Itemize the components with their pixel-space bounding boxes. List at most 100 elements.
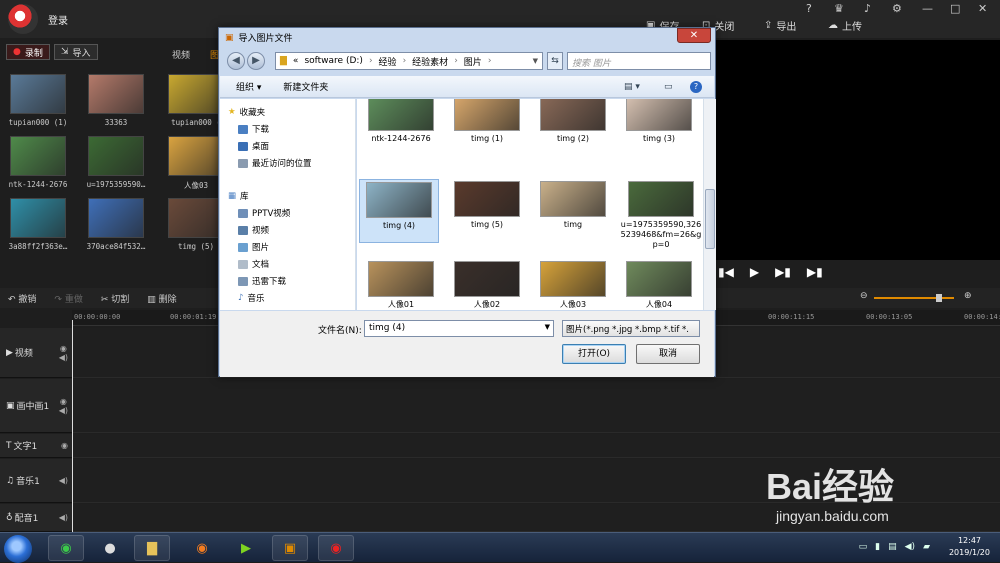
step-back-icon[interactable]: ▮◀ [718, 265, 734, 279]
nav-downloads[interactable]: 下载 [238, 123, 269, 135]
file-item[interactable]: 人像01 [361, 261, 441, 310]
export-button[interactable]: ⇪ 导出 [764, 18, 796, 33]
nav-pptv[interactable]: PPTV视频 [238, 207, 290, 219]
file-item[interactable]: timg (2) [533, 99, 613, 144]
file-item[interactable]: timg [533, 181, 613, 230]
zoom-handle[interactable] [936, 294, 942, 302]
taskbar-app-recorder[interactable]: ◉ [318, 535, 354, 561]
chevron-down-icon[interactable]: ▼ [533, 57, 538, 65]
track-volume-icon[interactable]: ◀) [59, 513, 68, 522]
lane-text[interactable] [72, 434, 1000, 458]
nav-thunder[interactable]: 迅雷下载 [238, 275, 286, 287]
vip-icon[interactable]: ♛ [834, 2, 844, 15]
minimize-button[interactable]: — [922, 2, 933, 15]
forward-arrow-icon[interactable]: ▶ [247, 52, 265, 70]
play-icon[interactable]: ▶ [750, 265, 759, 279]
track-text[interactable]: T 文字1 ◉ [0, 434, 72, 458]
search-input[interactable]: 搜索 图片 [567, 52, 711, 70]
taskbar-app-firefox[interactable]: ◉ [184, 535, 220, 561]
nav-desktop[interactable]: 桌面 [238, 140, 269, 152]
start-button[interactable] [4, 535, 32, 563]
track-voiceover[interactable]: ♁ 配音1 ◀) [0, 504, 72, 532]
keyboard-icon[interactable]: ▭ [859, 542, 868, 552]
track-visibility-icon[interactable]: ◉ ◀) [59, 344, 68, 362]
zoom-in-icon[interactable]: ⊕ [964, 291, 972, 301]
nav-favorites[interactable]: ★ 收藏夹 [228, 106, 265, 118]
tray-extra-icon[interactable]: ▰ [923, 542, 930, 552]
filename-input[interactable]: timg (4) ▼ [364, 320, 554, 337]
track-music[interactable]: ♫ 音乐1 ◀) [0, 459, 72, 503]
refresh-icon[interactable]: ⇆ [547, 52, 563, 70]
dialog-close-button[interactable]: ✕ [677, 28, 711, 43]
zoom-out-icon[interactable]: ⊖ [860, 291, 868, 301]
upload-button[interactable]: ☁ 上传 [828, 18, 862, 33]
tab-video[interactable]: 视频 [172, 48, 190, 61]
breadcrumb-item[interactable]: software (D:) [304, 56, 363, 66]
cancel-button[interactable]: 取消 [636, 344, 700, 364]
file-item[interactable]: timg (1) [447, 99, 527, 144]
track-volume-icon[interactable]: ◀) [59, 476, 68, 485]
track-video[interactable]: ▶ 视频 ◉ ◀) [0, 328, 72, 378]
open-button[interactable]: 打开(O) [562, 344, 626, 364]
settings-gear-icon[interactable]: ⚙ [892, 2, 902, 15]
skip-end-icon[interactable]: ▶▮ [807, 265, 823, 279]
organize-menu[interactable]: 组织 ▾ [236, 80, 261, 93]
media-thumb[interactable]: 33363 [86, 74, 146, 127]
file-item[interactable]: ntk-1244-2676 [361, 99, 441, 144]
nav-recent[interactable]: 最近访问的位置 [238, 157, 312, 169]
nav-pictures[interactable]: 图片 [238, 241, 269, 253]
breadcrumb-item[interactable]: 经验 [379, 55, 397, 68]
nav-libraries[interactable]: ▦ 库 [228, 190, 249, 202]
record-button[interactable]: ● 录制 [6, 44, 50, 60]
filetype-select[interactable]: 图片(*.png *.jpg *.bmp *.tif *. [562, 320, 700, 337]
address-bar[interactable]: ▇ « software (D:) › 经验 › 经验素材 › 图片 › ▼ [275, 52, 543, 70]
track-pip[interactable]: ▣ 画中画1 ◉ ◀) [0, 379, 72, 433]
delete-button[interactable]: ▥ 删除 [147, 292, 176, 305]
volume-icon[interactable]: ◀) [905, 542, 915, 552]
usb-icon[interactable]: ▮ [875, 542, 880, 552]
timeline-zoom-slider[interactable]: ⊖ ⊕ [860, 291, 990, 304]
taskbar-app-editor[interactable]: ▣ [272, 535, 308, 561]
file-item[interactable]: u=1975359590,3265239468&fm=26&gp=0 [619, 181, 703, 250]
scrollbar-thumb[interactable] [705, 189, 715, 249]
taskbar-app-qq[interactable]: ● [92, 535, 128, 561]
back-arrow-icon[interactable]: ◀ [227, 52, 245, 70]
media-thumb[interactable]: 3a88ff2f363e… [8, 198, 68, 251]
nav-documents[interactable]: 文档 [238, 258, 269, 270]
view-options-icon[interactable]: ▤ ▾ [624, 82, 640, 92]
media-thumb[interactable]: tupian000 ( [166, 74, 226, 127]
file-item[interactable]: timg (3) [619, 99, 699, 144]
chevron-down-icon[interactable]: ▼ [545, 323, 550, 331]
file-item[interactable]: 人像04 [619, 261, 699, 310]
login-link[interactable]: 登录 [48, 12, 68, 27]
media-thumb[interactable]: timg (5) [166, 198, 226, 251]
step-forward-icon[interactable]: ▶▮ [775, 265, 791, 279]
timeline-playhead[interactable] [72, 320, 73, 532]
help-icon[interactable]: ? [690, 81, 702, 93]
taskbar-clock[interactable]: 12:47 2019/1/20 [949, 535, 990, 559]
notification-bell-icon[interactable]: ♪ [864, 2, 871, 15]
maximize-button[interactable]: □ [950, 2, 960, 15]
nav-videos[interactable]: 视频 [238, 224, 269, 236]
media-thumb[interactable]: tupian000 (1) [8, 74, 68, 127]
file-item-selected[interactable]: timg (4) [359, 179, 439, 243]
app-close-button[interactable]: ✕ [978, 2, 987, 15]
file-item[interactable]: timg (5) [447, 181, 527, 230]
file-item[interactable]: 人像03 [533, 261, 613, 310]
undo-button[interactable]: ↶ 撤销 [8, 292, 36, 305]
media-thumb[interactable]: 人像03 [166, 136, 226, 191]
network-icon[interactable]: ▤ [888, 542, 897, 552]
taskbar-app-360[interactable]: ◉ [48, 535, 84, 561]
file-item[interactable]: 人像02 [447, 261, 527, 310]
preview-pane-icon[interactable]: ▭ [664, 82, 673, 92]
new-folder-button[interactable]: 新建文件夹 [283, 80, 328, 93]
redo-button[interactable]: ↷ 重做 [54, 292, 82, 305]
track-visibility-icon[interactable]: ◉ ◀) [59, 397, 68, 415]
media-thumb[interactable]: ntk-1244-2676 [8, 136, 68, 189]
cut-button[interactable]: ✂ 切割 [101, 292, 129, 305]
dialog-titlebar[interactable]: ▣ 导入图片文件 [225, 31, 293, 45]
breadcrumb-item[interactable]: 经验素材 [412, 55, 448, 68]
media-thumb[interactable]: 370ace84f532… [86, 198, 146, 251]
taskbar-app-explorer[interactable]: ▇ [134, 535, 170, 561]
media-thumb[interactable]: u=1975359590… [86, 136, 146, 189]
